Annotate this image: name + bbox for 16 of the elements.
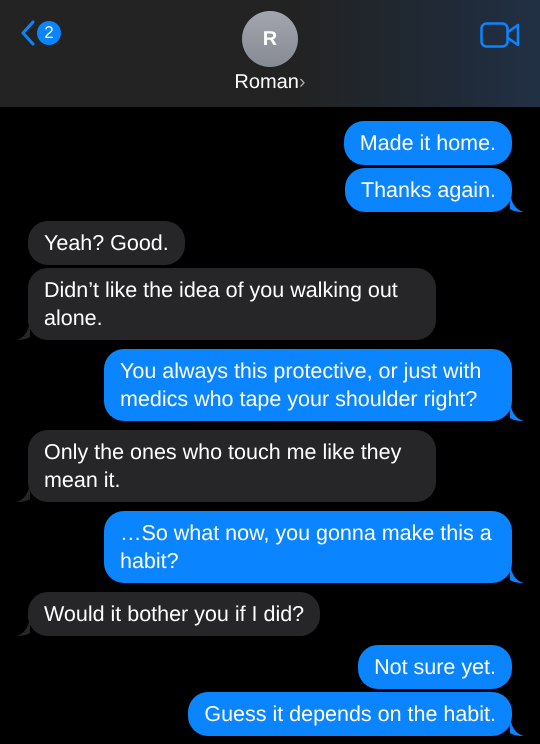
sent-message: Not sure yet. — [358, 645, 512, 689]
sent-message: Guess it depends on the habit. — [188, 692, 512, 736]
received-message: Would it bother you if I did? — [28, 592, 320, 636]
received-message: Yeah? Good. — [28, 221, 185, 265]
video-call-icon[interactable] — [480, 22, 520, 48]
received-message: Didn’t like the idea of you walking out alone. — [28, 268, 436, 340]
sent-message: Made it home. — [344, 121, 512, 165]
sent-message: Thanks again. — [344, 168, 512, 212]
back-chevron-icon — [20, 20, 36, 46]
received-message: Only the ones who touch me like they mean it. — [28, 430, 436, 502]
unread-badge: 2 — [37, 21, 61, 45]
back-button[interactable]: 2 — [20, 20, 61, 46]
sent-message: You always this protective, or just with medics who tape your shoulder right? — [104, 349, 512, 421]
contact-avatar[interactable]: R — [242, 11, 298, 67]
contact-name[interactable]: Roman› — [234, 71, 306, 94]
sent-message: …So what now, you gonna make this a habit? — [104, 511, 512, 583]
